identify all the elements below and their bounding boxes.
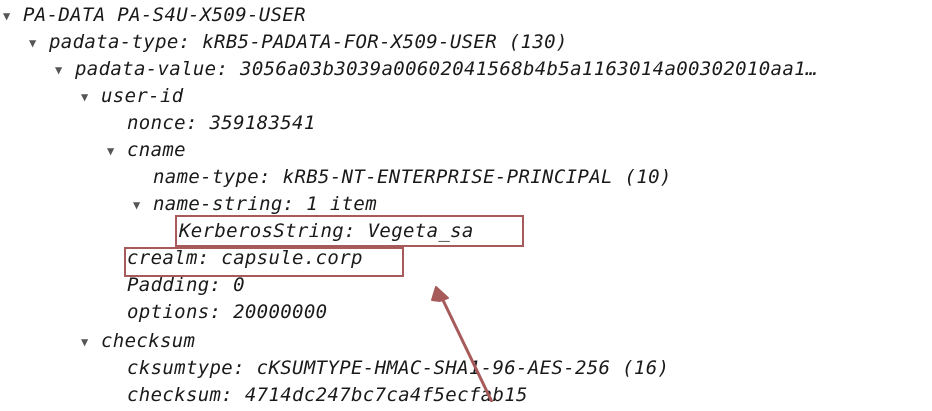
tree-row-nonce[interactable]: ▼nonce: 359183541 <box>0 110 316 137</box>
triangle-down-icon[interactable]: ▼ <box>107 137 127 166</box>
tree-row-pa-data[interactable]: ▼ PA-DATA PA-S4U-X509-USER <box>0 2 306 29</box>
tree-row-kerberos-string[interactable]: ▼KerberosString: Vegeta_sa <box>0 218 474 245</box>
triangle-down-icon[interactable]: ▼ <box>133 191 153 220</box>
tree-row-padding[interactable]: ▼Padding: 0 <box>0 272 245 299</box>
tree-row-label: checksum <box>101 330 196 352</box>
triangle-down-icon[interactable]: ▼ <box>29 29 49 58</box>
tree-row-checksum[interactable]: ▼checksum: 4714dc247bc7ca4f5ecfab15 <box>0 382 528 409</box>
tree-row-label: checksum: 4714dc247bc7ca4f5ecfab15 <box>127 384 528 406</box>
tree-row-checksum-group[interactable]: ▼ checksum <box>0 328 195 355</box>
tree-row-label: options: 20000000 <box>127 301 328 323</box>
packet-detail-tree: ▼ PA-DATA PA-S4U-X509-USER ▼ padata-type: … <box>0 0 932 406</box>
tree-row-label: cksumtype: cKSUMTYPE-HMAC-SHA1-96-AES-25… <box>127 357 670 379</box>
tree-row-label: Padding: 0 <box>127 274 245 296</box>
triangle-down-icon[interactable]: ▼ <box>81 328 101 357</box>
tree-row-label: nonce: 359183541 <box>127 112 316 134</box>
tree-row-name-string[interactable]: ▼ name-string: 1 item <box>0 191 377 218</box>
tree-row-label: padata-value: 3056a03b3039a00602041568b4… <box>75 58 818 80</box>
tree-row-label: name-string: 1 item <box>153 193 377 215</box>
tree-row-name-type[interactable]: ▼name-type: kRB5-NT-ENTERPRISE-PRINCIPAL… <box>0 164 672 191</box>
tree-row-label: name-type: kRB5-NT-ENTERPRISE-PRINCIPAL … <box>153 166 672 188</box>
triangle-down-icon[interactable]: ▼ <box>55 56 75 83</box>
tree-row-options[interactable]: ▼options: 20000000 <box>0 299 327 326</box>
tree-row-padata-type[interactable]: ▼ padata-type: kRB5-PADATA-FOR-X509-USER … <box>0 29 568 56</box>
triangle-down-icon[interactable]: ▼ <box>81 83 101 112</box>
triangle-down-icon[interactable]: ▼ <box>3 2 23 31</box>
tree-row-cksumtype[interactable]: ▼cksumtype: cKSUMTYPE-HMAC-SHA1-96-AES-2… <box>0 355 669 382</box>
tree-row-padata-value[interactable]: ▼ padata-value: 3056a03b3039a00602041568b… <box>0 56 912 83</box>
tree-row-label: crealm: capsule.corp <box>127 247 363 269</box>
tree-row-label: cname <box>127 139 186 161</box>
tree-row-label: KerberosString: Vegeta_sa <box>179 220 474 242</box>
tree-row-label: padata-type: kRB5-PADATA-FOR-X509-USER (… <box>49 31 568 53</box>
tree-row-label: PA-DATA PA-S4U-X509-USER <box>23 4 306 26</box>
tree-row-label: user-id <box>101 85 184 107</box>
tree-row-crealm[interactable]: ▼crealm: capsule.corp <box>0 245 363 272</box>
tree-row-cname[interactable]: ▼ cname <box>0 137 186 164</box>
tree-row-user-id[interactable]: ▼ user-id <box>0 83 184 110</box>
